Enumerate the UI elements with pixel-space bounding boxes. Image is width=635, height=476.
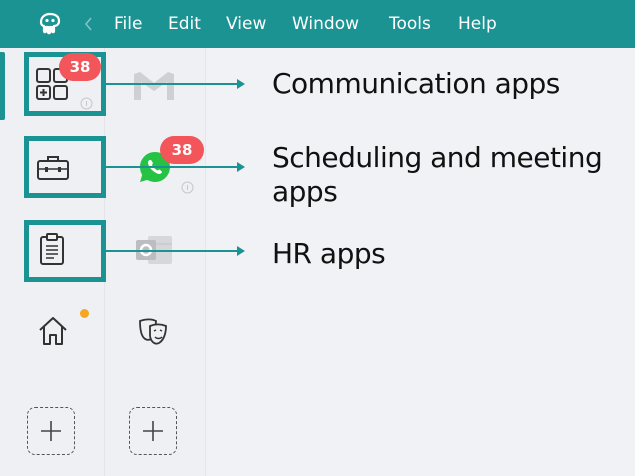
active-indicator [0, 52, 5, 120]
menu-file[interactable]: File [114, 13, 142, 35]
gmail-icon[interactable] [132, 68, 176, 102]
notification-dot [80, 309, 89, 318]
annotation-scheduling-line1: Scheduling and meeting [272, 141, 603, 174]
home-icon[interactable] [36, 314, 70, 348]
connector-scheduling [106, 166, 238, 168]
octopus-logo-icon[interactable] [36, 10, 64, 38]
category-badge: 38 [59, 53, 101, 81]
add-app-button[interactable] [129, 407, 177, 455]
annotation-hr: HR apps [272, 237, 386, 270]
theater-masks-icon[interactable] [136, 316, 170, 348]
info-icon [80, 97, 93, 110]
connector-communication [106, 83, 238, 85]
arrow-icon [237, 79, 245, 89]
menu-window[interactable]: Window [292, 13, 359, 35]
menu-tools[interactable]: Tools [389, 13, 431, 35]
menu-view[interactable]: View [226, 13, 266, 35]
highlight-scheduling [24, 136, 106, 198]
menu-bar: File Edit View Window Tools Help [0, 0, 635, 48]
chevron-left-icon[interactable] [82, 14, 94, 34]
annotation-scheduling-line2: apps [272, 175, 338, 208]
connector-hr [106, 250, 238, 252]
menu-edit[interactable]: Edit [168, 13, 201, 35]
app-badge: 38 [160, 136, 204, 164]
arrow-icon [237, 162, 245, 172]
sidebar-edge [205, 48, 206, 476]
highlight-hr [24, 220, 106, 282]
plus-icon [41, 421, 61, 441]
info-icon [181, 181, 194, 194]
arrow-icon [237, 246, 245, 256]
menu-help[interactable]: Help [458, 13, 497, 35]
add-category-button[interactable] [27, 407, 75, 455]
annotation-communication: Communication apps [272, 67, 560, 100]
plus-icon [143, 421, 163, 441]
